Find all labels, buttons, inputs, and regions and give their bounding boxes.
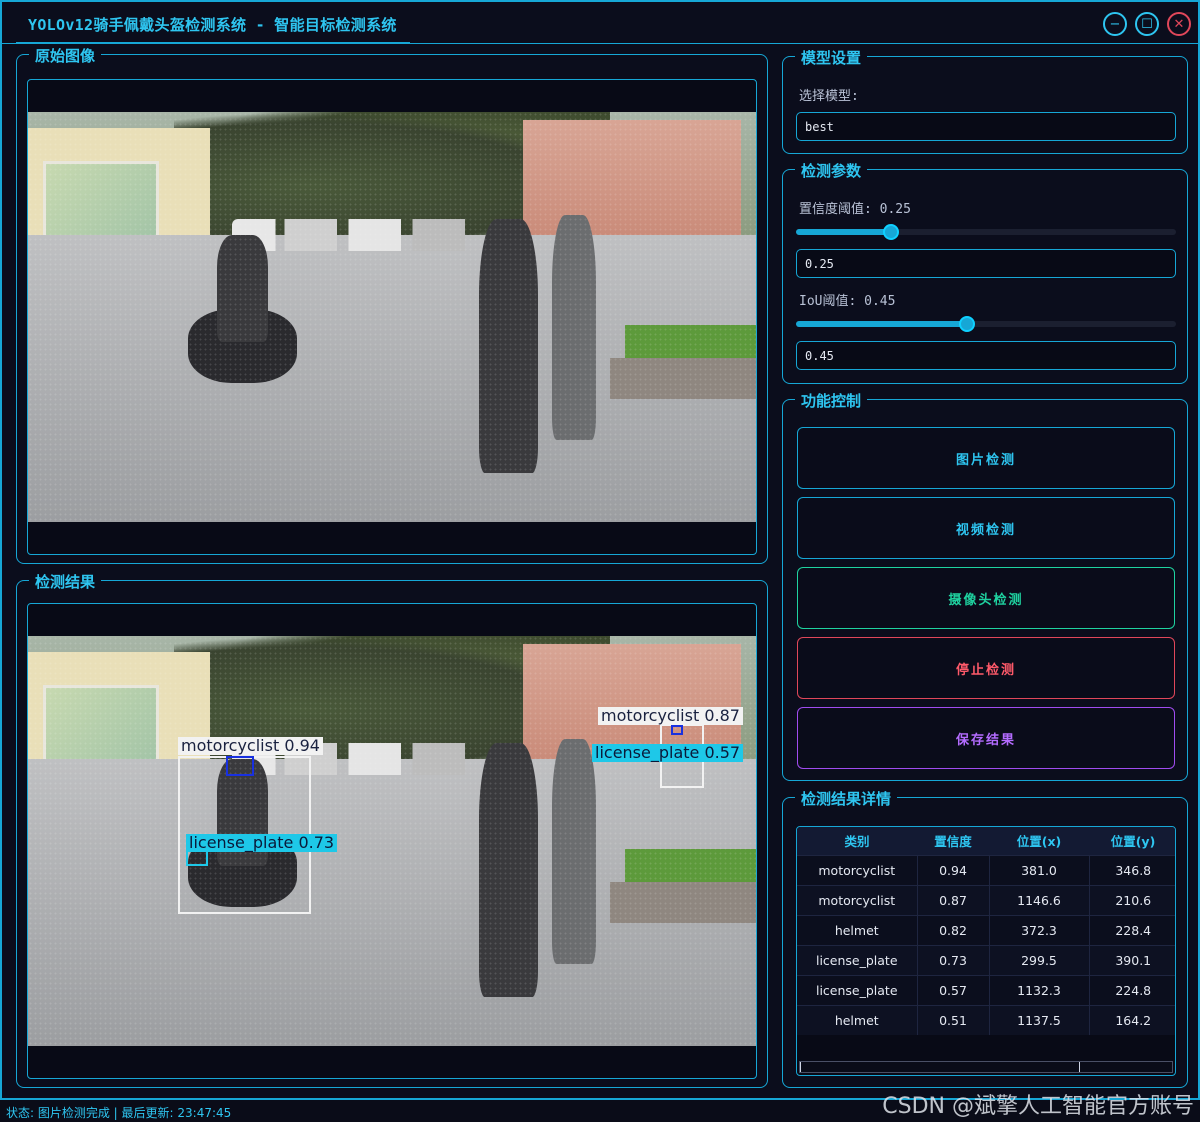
- detection-label: motorcyclist 0.94: [178, 737, 323, 755]
- result-image: motorcyclist 0.94 license_plate 0.73 mot…: [28, 636, 756, 1046]
- detection-params-title: 检测参数: [795, 160, 868, 181]
- confidence-slider[interactable]: [796, 224, 1176, 240]
- cell-y: 390.1: [1089, 944, 1175, 975]
- cell-confidence: 0.57: [917, 974, 990, 1005]
- scrollbar-thumb[interactable]: [800, 1062, 1080, 1072]
- detection-details-title: 检测结果详情: [795, 788, 898, 809]
- detection-params-panel: 检测参数 置信度阈值: 0.25 0.25 IoU阈值: 0.45 0.45: [782, 160, 1188, 384]
- confidence-input[interactable]: 0.25: [796, 249, 1176, 278]
- iou-threshold-label: IoU阈值: 0.45: [799, 294, 896, 309]
- minimize-button[interactable]: −: [1103, 12, 1127, 36]
- table-row[interactable]: motorcyclist 0.94 381.0 346.8: [797, 854, 1175, 885]
- function-control-panel: 功能控制 图片检测 视频检测 摄像头检测 停止检测 保存结果: [782, 390, 1188, 781]
- original-image-frame: [27, 79, 757, 555]
- cell-confidence: 0.73: [917, 944, 990, 975]
- main-window: YOLOv12骑手佩戴头盔检测系统 - 智能目标检测系统 − ☐ ✕ 原始图像 …: [0, 0, 1200, 1100]
- original-image-title: 原始图像: [29, 45, 102, 66]
- cell-y: 224.8: [1089, 974, 1175, 1005]
- cell-class: motorcyclist: [797, 854, 918, 885]
- title-underline: [16, 42, 410, 44]
- detection-details-panel: 检测结果详情 类别 置信度 位置(x) 位置(y) motorcyclist 0…: [782, 788, 1188, 1088]
- cell-y: 346.8: [1089, 854, 1175, 885]
- iou-slider[interactable]: [796, 316, 1176, 332]
- detection-box-helmet: [671, 725, 683, 735]
- detection-box-helmet: [226, 756, 254, 776]
- cell-x: 372.3: [989, 914, 1090, 945]
- window-title: YOLOv12骑手佩戴头盔检测系统 - 智能目标检测系统: [28, 16, 397, 34]
- cell-class: license_plate: [797, 974, 918, 1005]
- detection-result-panel: 检测结果 motorcyclist 0.94 license_plate 0.7…: [16, 571, 768, 1088]
- minimize-icon: −: [1109, 16, 1121, 32]
- detection-result-title: 检测结果: [29, 571, 102, 592]
- image-detect-button[interactable]: 图片检测: [797, 427, 1175, 489]
- confidence-threshold-label: 置信度阈值: 0.25: [799, 202, 911, 217]
- cell-confidence: 0.94: [917, 854, 990, 885]
- confidence-slider-fill: [796, 229, 891, 235]
- column-header-x[interactable]: 位置(x): [989, 827, 1089, 855]
- cell-confidence: 0.51: [917, 1004, 990, 1035]
- column-header-confidence[interactable]: 置信度: [917, 827, 989, 855]
- cell-class: license_plate: [797, 944, 918, 975]
- title-bar[interactable]: YOLOv12骑手佩戴头盔检测系统 - 智能目标检测系统 − ☐ ✕: [2, 2, 1198, 44]
- cell-class: motorcyclist: [797, 884, 918, 915]
- column-header-y[interactable]: 位置(y): [1089, 827, 1175, 855]
- close-button[interactable]: ✕: [1167, 12, 1191, 36]
- stop-detect-button[interactable]: 停止检测: [797, 637, 1175, 699]
- maximize-icon: ☐: [1141, 16, 1153, 32]
- cell-x: 381.0: [989, 854, 1090, 885]
- detection-box-license-plate: [186, 850, 208, 866]
- cell-x: 1132.3: [989, 974, 1090, 1005]
- result-image-frame: motorcyclist 0.94 license_plate 0.73 mot…: [27, 603, 757, 1079]
- cell-y: 164.2: [1089, 1004, 1175, 1035]
- model-select[interactable]: best: [796, 112, 1176, 141]
- close-icon: ✕: [1173, 16, 1185, 32]
- table-row[interactable]: helmet 0.51 1137.5 164.2: [797, 1004, 1175, 1035]
- original-image: [28, 112, 756, 522]
- table-row[interactable]: license_plate 0.57 1132.3 224.8: [797, 974, 1175, 1005]
- camera-detect-button[interactable]: 摄像头检测: [797, 567, 1175, 629]
- cell-y: 228.4: [1089, 914, 1175, 945]
- table-row[interactable]: license_plate 0.73 299.5 390.1: [797, 944, 1175, 975]
- cell-x: 299.5: [989, 944, 1090, 975]
- detection-label: license_plate 0.57: [592, 744, 744, 762]
- iou-slider-fill: [796, 321, 967, 327]
- cell-class: helmet: [797, 914, 918, 945]
- table-row[interactable]: motorcyclist 0.87 1146.6 210.6: [797, 884, 1175, 915]
- detection-label: license_plate 0.73: [186, 834, 338, 852]
- horizontal-scrollbar[interactable]: [799, 1061, 1173, 1073]
- cell-x: 1137.5: [989, 1004, 1090, 1035]
- maximize-button[interactable]: ☐: [1135, 12, 1159, 36]
- cell-y: 210.6: [1089, 884, 1175, 915]
- function-control-title: 功能控制: [795, 390, 868, 411]
- column-header-class[interactable]: 类别: [797, 827, 917, 855]
- iou-input[interactable]: 0.45: [796, 341, 1176, 370]
- model-select-label: 选择模型:: [799, 89, 859, 104]
- cell-confidence: 0.87: [917, 884, 990, 915]
- video-detect-button[interactable]: 视频检测: [797, 497, 1175, 559]
- status-bar: 状态: 图片检测完成 | 最后更新: 23:47:45: [6, 1106, 232, 1120]
- detection-label: motorcyclist 0.87: [598, 707, 743, 725]
- cell-x: 1146.6: [989, 884, 1090, 915]
- cell-class: helmet: [797, 1004, 918, 1035]
- details-table-container[interactable]: 类别 置信度 位置(x) 位置(y) motorcyclist 0.94 381…: [796, 826, 1176, 1076]
- watermark: CSDN @斌擎人工智能官方账号: [882, 1094, 1194, 1119]
- table-row[interactable]: helmet 0.82 372.3 228.4: [797, 914, 1175, 945]
- save-result-button[interactable]: 保存结果: [797, 707, 1175, 769]
- details-table: 类别 置信度 位置(x) 位置(y) motorcyclist 0.94 381…: [797, 827, 1175, 1035]
- model-settings-title: 模型设置: [795, 47, 868, 68]
- cell-confidence: 0.82: [917, 914, 990, 945]
- confidence-slider-handle[interactable]: [883, 224, 899, 240]
- original-image-panel: 原始图像: [16, 45, 768, 564]
- table-header-row: 类别 置信度 位置(x) 位置(y): [797, 827, 1175, 855]
- model-settings-panel: 模型设置 选择模型: best: [782, 47, 1188, 154]
- iou-slider-handle[interactable]: [959, 316, 975, 332]
